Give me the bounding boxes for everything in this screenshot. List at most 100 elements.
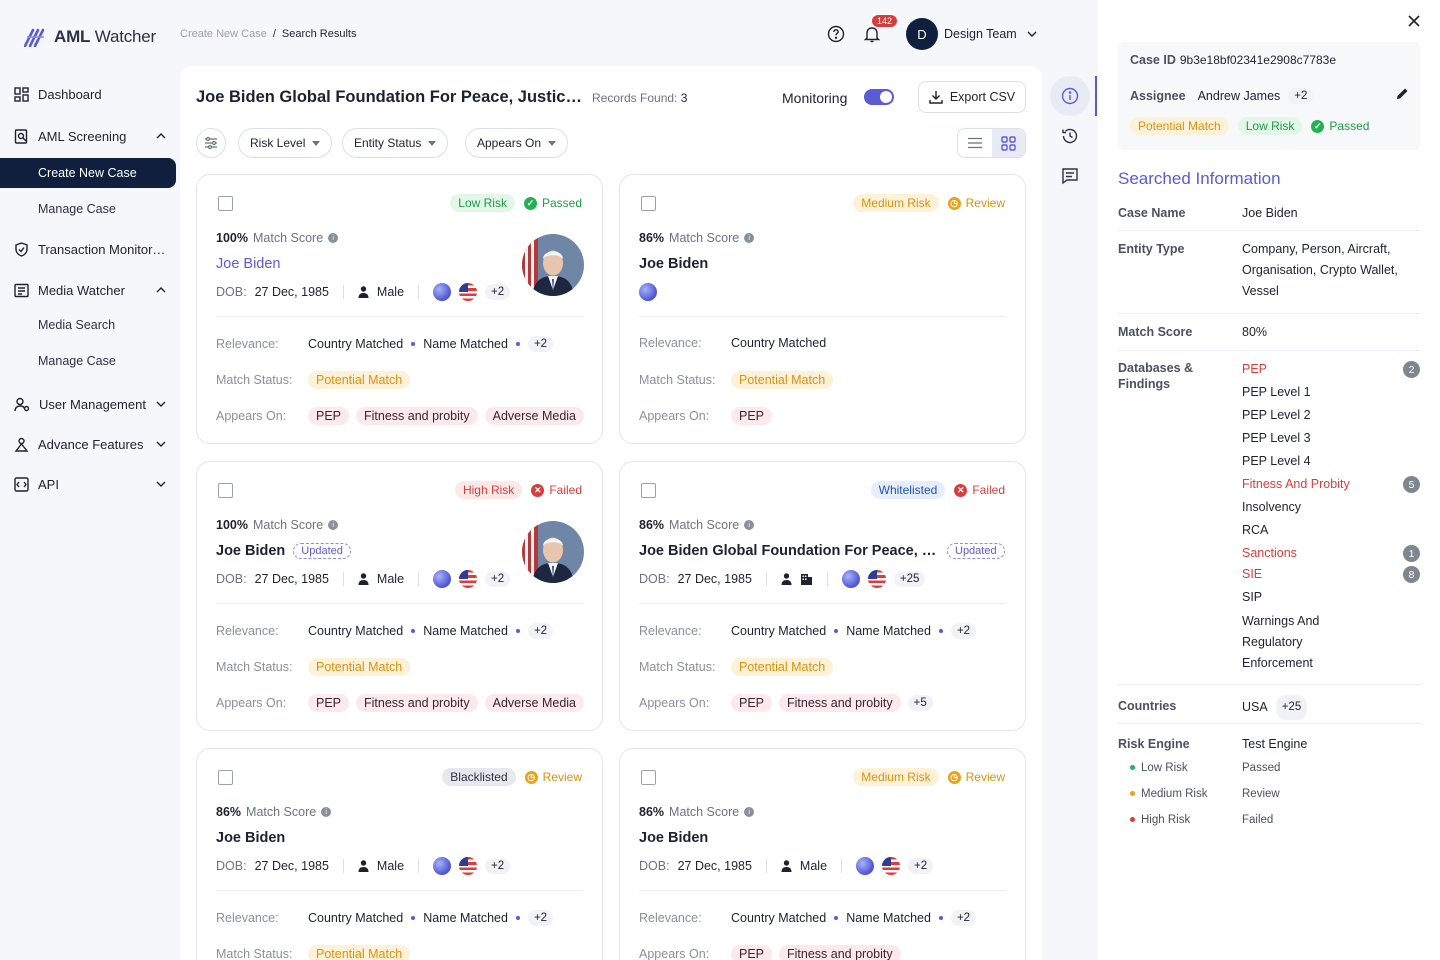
close-icon[interactable] <box>1408 15 1420 27</box>
comments-icon[interactable] <box>1061 167 1079 185</box>
status-label: Failed <box>972 483 1005 497</box>
database-name: RCA <box>1242 523 1269 537</box>
relevance-more[interactable]: +2 <box>527 910 554 926</box>
info-icon[interactable]: i <box>744 233 755 243</box>
case-name-value: Joe Biden <box>1242 206 1298 220</box>
breadcrumb-parent[interactable]: Create New Case <box>180 28 267 40</box>
select-checkbox[interactable] <box>218 483 233 498</box>
result-card[interactable]: Blacklisted ◷ Review 86% Match Score i Joe … <box>196 748 603 960</box>
result-card[interactable]: Low Risk ✓ Passed 100% Match Score i Joe Bi… <box>196 174 603 444</box>
person-icon <box>358 286 369 298</box>
card-divider <box>216 890 583 891</box>
countries-more[interactable]: +25 <box>1275 695 1308 720</box>
card-badges: High Risk ✕ Failed <box>454 481 582 499</box>
info-icon[interactable]: i <box>744 807 755 817</box>
appears-on-more[interactable]: +5 <box>907 695 933 711</box>
nav-user-management[interactable]: User Management <box>14 391 180 417</box>
entity-status-dropdown[interactable]: Entity Status <box>342 128 449 158</box>
relevance-more[interactable]: +2 <box>527 336 554 352</box>
select-checkbox[interactable] <box>641 483 656 498</box>
status-label: Review <box>542 770 582 784</box>
relevance-item: Country Matched <box>731 336 827 350</box>
select-checkbox[interactable] <box>641 196 656 211</box>
database-item[interactable]: SIE 8 <box>1242 566 1420 583</box>
result-card[interactable]: Medium Risk ◷ Review 86% Match Score i Joe … <box>619 174 1026 444</box>
info-icon[interactable]: i <box>321 807 332 817</box>
select-checkbox[interactable] <box>218 196 233 211</box>
case-id-row: Case ID 9b3e18bf02341e2908c7783e <box>1130 53 1336 67</box>
nav-transaction-monitoring[interactable]: Transaction Monitoring <box>14 236 180 262</box>
info-icon[interactable]: i <box>328 233 339 243</box>
countries-more[interactable]: +2 <box>908 858 934 874</box>
countries-more[interactable]: +2 <box>485 284 511 300</box>
entity-name-link[interactable]: Joe Biden <box>216 256 281 272</box>
score-value: 86% <box>639 231 665 245</box>
monitoring-toggle[interactable] <box>864 89 894 105</box>
appears-on-tag: PEP <box>308 407 350 425</box>
countries-more[interactable]: +25 <box>893 571 926 587</box>
result-card[interactable]: Medium Risk ◷ Review 86% Match Score i Joe … <box>619 748 1026 960</box>
entity-name-link[interactable]: Joe Biden <box>216 830 285 846</box>
database-name: Sanctions <box>1242 546 1297 560</box>
avatar[interactable]: D <box>906 18 938 50</box>
card-divider <box>639 890 1006 891</box>
risk-level-label: Risk Level <box>250 136 306 150</box>
card-badges: Blacklisted ◷ Review <box>442 768 582 786</box>
nav-create-new-case[interactable]: Create New Case <box>0 158 176 188</box>
logo-text: AML Watcher <box>54 27 157 46</box>
sidebar: AML Watcher Dashboard AML Screening Crea… <box>0 0 180 960</box>
logo[interactable]: AML Watcher <box>24 27 156 47</box>
nav-advance-features[interactable]: Advance Features <box>14 431 180 457</box>
list-view-button[interactable] <box>958 129 992 157</box>
entity-name-link[interactable]: Joe Biden Global Foundation For Peace, J… <box>639 543 1005 559</box>
database-item[interactable]: PEP 2 <box>1242 361 1420 378</box>
appears-on-dropdown[interactable]: Appears On <box>465 128 569 158</box>
edit-icon[interactable] <box>1396 87 1409 100</box>
status-badge: ✕ Failed <box>954 483 1005 497</box>
filter-button[interactable] <box>196 128 226 158</box>
entity-name: Joe Biden <box>216 830 286 846</box>
nav-media-search[interactable]: Media Search <box>38 318 115 332</box>
chevron-down-icon[interactable] <box>1027 31 1037 37</box>
database-item: PEP Level 3 <box>1242 431 1420 445</box>
select-checkbox[interactable] <box>641 770 656 785</box>
relevance-more[interactable]: +2 <box>527 623 554 639</box>
appears-on-label: Appears On: <box>639 409 710 423</box>
grid-view-button[interactable] <box>991 129 1025 157</box>
info-icon[interactable]: i <box>744 520 755 530</box>
chevron-up-icon <box>156 133 166 139</box>
nav-aml-screening[interactable]: AML Screening <box>14 123 180 149</box>
export-csv-button[interactable]: Export CSV <box>918 81 1026 113</box>
help-icon[interactable] <box>827 25 845 43</box>
nav-dashboard[interactable]: Dashboard <box>14 81 180 107</box>
info-icon[interactable]: i <box>328 520 339 530</box>
assignee-more[interactable]: +2 <box>1288 88 1314 104</box>
dashboard-icon <box>14 86 29 102</box>
select-checkbox[interactable] <box>218 770 233 785</box>
entity-name-link[interactable]: Joe Biden Updated <box>216 543 351 559</box>
nav-manage-case[interactable]: Manage Case <box>38 202 116 216</box>
match-status-row: Match Status: Potential Match <box>216 945 411 960</box>
database-item[interactable]: Sanctions 1 <box>1242 545 1420 562</box>
nav-media-watcher[interactable]: Media Watcher <box>14 277 180 303</box>
clock-icon: ◷ <box>947 770 961 784</box>
countries-more[interactable]: +2 <box>485 571 511 587</box>
relevance-more[interactable]: +2 <box>950 623 977 639</box>
entity-type-value: Company, Person, Aircraft, Organisation,… <box>1242 242 1398 298</box>
result-card[interactable]: High Risk ✕ Failed 100% Match Score i Joe B… <box>196 461 603 731</box>
database-item[interactable]: Fitness And Probity 5 <box>1242 476 1420 493</box>
countries-more[interactable]: +2 <box>485 858 511 874</box>
history-icon[interactable] <box>1061 127 1079 145</box>
result-card[interactable]: Whitelisted ✕ Failed 86% Match Score i Joe … <box>619 461 1026 731</box>
nav-media-manage-case[interactable]: Manage Case <box>38 354 116 368</box>
user-name[interactable]: Design Team <box>944 27 1017 41</box>
entity-name-link[interactable]: Joe Biden <box>639 830 708 846</box>
info-icon[interactable] <box>1061 87 1079 105</box>
entity-name-link[interactable]: Joe Biden <box>639 256 708 272</box>
nav-api[interactable]: API <box>14 471 180 497</box>
gender-value: Male <box>376 285 405 299</box>
chevron-down-icon <box>156 481 166 487</box>
match-status-value: Potential Match <box>308 371 411 389</box>
risk-level-dropdown[interactable]: Risk Level <box>238 128 333 158</box>
relevance-more[interactable]: +2 <box>950 910 977 926</box>
